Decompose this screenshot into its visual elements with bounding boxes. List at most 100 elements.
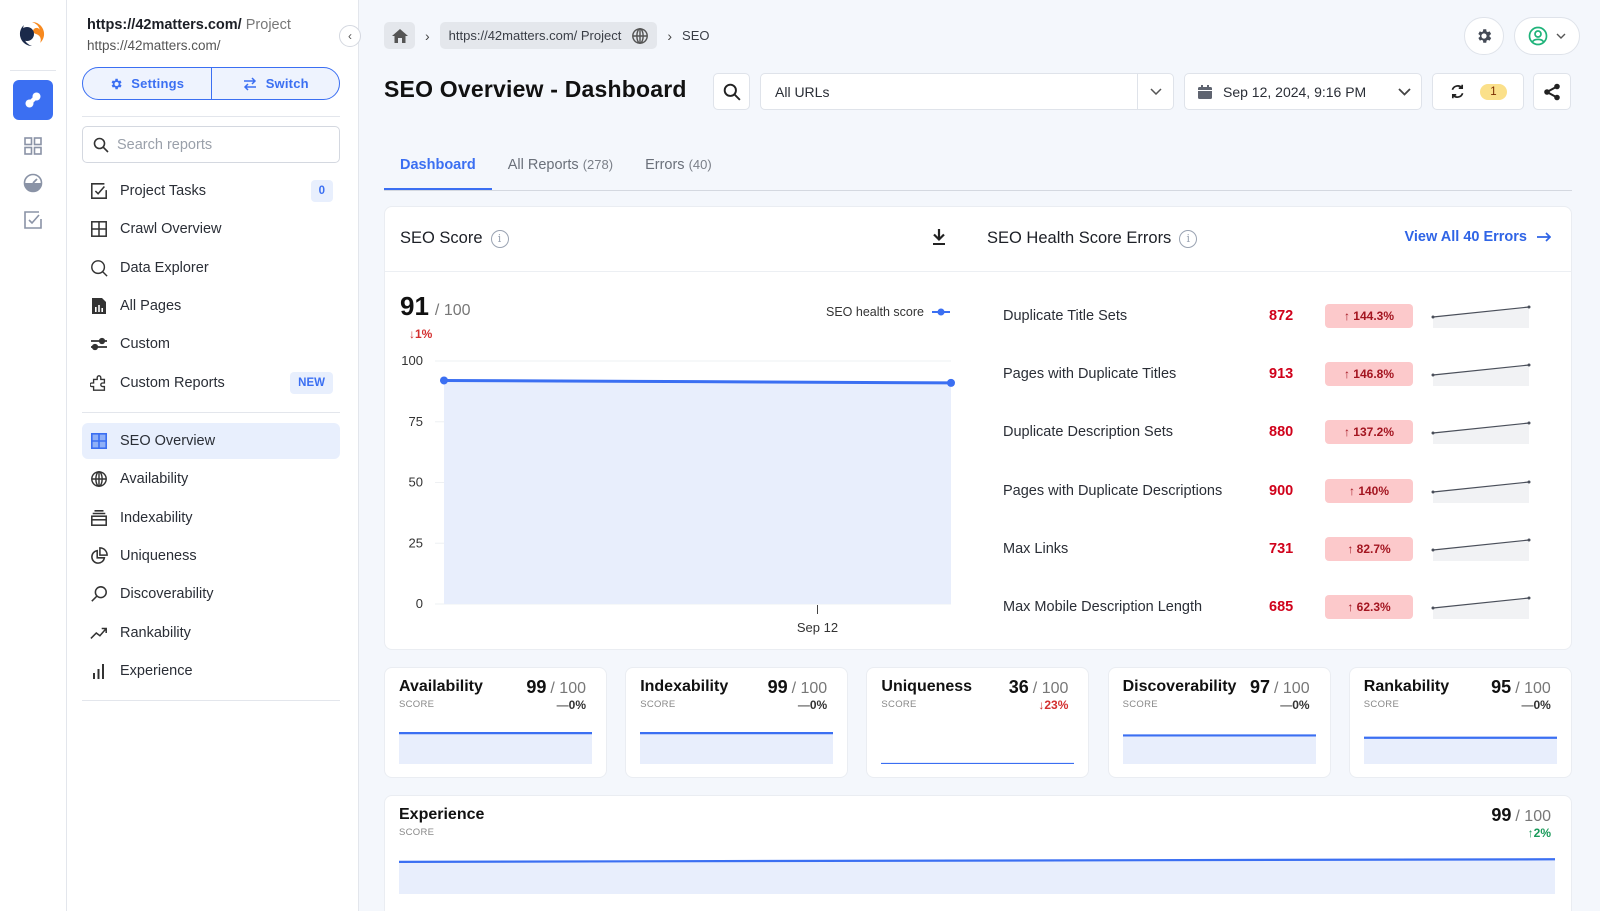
tab-all-reports[interactable]: All Reports (278): [492, 150, 629, 190]
user-menu-button[interactable]: [1514, 17, 1580, 55]
score-card-sparkline: [881, 762, 1075, 764]
score-card-title: Availability: [399, 678, 483, 695]
seo-score-card: SEO Score i SEO Health Score Errors i Vi…: [384, 206, 1572, 650]
x-tick-label: Sep 12: [797, 620, 838, 635]
sidebar-item-label: Rankability: [120, 624, 191, 641]
gauge-icon[interactable]: [13, 163, 53, 203]
sidebar-item-data-explorer[interactable]: Data Explorer: [82, 250, 340, 286]
score-card-discoverability[interactable]: Discoverability SCORE 97 / 100 —0%: [1107, 667, 1331, 778]
tabs: Dashboard All Reports (278) Errors (40): [384, 150, 1572, 191]
search-reports-input[interactable]: [117, 136, 317, 153]
sidebar-item-custom-reports[interactable]: Custom Reports NEW: [82, 365, 340, 401]
sidebar-item-crawl-overview[interactable]: Crawl Overview: [82, 211, 340, 247]
error-count: 913: [1269, 366, 1294, 383]
sidebar-item-indexability[interactable]: Indexability: [82, 500, 340, 536]
swap-arrows-icon: [243, 76, 256, 91]
error-sparkline: [1431, 538, 1531, 561]
icon-rail: [0, 0, 67, 911]
error-row[interactable]: Duplicate Description Sets 880 ↑ 137.2%: [1003, 417, 1563, 447]
view-all-errors-link[interactable]: View All 40 Errors: [1404, 229, 1551, 245]
error-row[interactable]: Duplicate Title Sets 872 ↑ 144.3%: [1003, 301, 1563, 331]
share-icon: [1544, 83, 1560, 100]
error-change-badge: ↑ 82.7%: [1325, 536, 1413, 561]
download-icon[interactable]: [931, 228, 947, 246]
dash-icon: —: [556, 698, 569, 712]
score-card-title: Indexability: [640, 678, 729, 695]
search-button[interactable]: [713, 73, 750, 110]
divider: [82, 116, 340, 117]
globe-icon: [632, 27, 649, 44]
score-card-score: 99 / 100: [767, 677, 828, 697]
sidebar-item-custom[interactable]: Custom: [82, 326, 340, 362]
tab-dashboard[interactable]: Dashboard: [384, 150, 492, 190]
error-row[interactable]: Max Links 731 ↑ 82.7%: [1003, 534, 1563, 564]
date-select[interactable]: Sep 12, 2024, 9:16 PM: [1184, 73, 1422, 110]
home-icon: [391, 28, 408, 43]
score-card-rankability[interactable]: Rankability SCORE 95 / 100 —0%: [1348, 667, 1572, 778]
dashboard-grid-icon[interactable]: [13, 126, 53, 166]
data-point: [947, 378, 955, 387]
error-row[interactable]: Pages with Duplicate Descriptions 900 ↑ …: [1003, 476, 1563, 506]
calendar-icon: [1198, 84, 1212, 99]
score-card-sparkline: [399, 732, 592, 764]
sidebar-item-project-tasks[interactable]: Project Tasks 0: [82, 173, 340, 209]
info-icon[interactable]: i: [490, 229, 509, 248]
sparkline-area: [1433, 365, 1529, 387]
share-button[interactable]: [1533, 73, 1571, 110]
sidebar-item-label: Discoverability: [120, 586, 214, 603]
bar-chart-icon: [89, 661, 109, 681]
sparkline-area: [1433, 423, 1529, 445]
score-card-delta: —0%: [797, 698, 828, 712]
error-row[interactable]: Pages with Duplicate Titles 913 ↑ 146.8%: [1003, 359, 1563, 389]
seo-score-value: 91 / 100: [400, 291, 471, 321]
settings-gear-button[interactable]: [1464, 17, 1504, 55]
experience-score: 99 / 100: [1491, 805, 1551, 825]
settings-button[interactable]: Settings: [83, 68, 211, 99]
sparkline-point: [1527, 305, 1531, 309]
search-icon: [723, 83, 741, 101]
sidebar-item-availability[interactable]: Availability: [82, 461, 340, 497]
arrow-right-icon: [1537, 232, 1551, 242]
sidebar-item-label: Availability: [120, 471, 189, 488]
breadcrumb-current: SEO: [682, 28, 710, 43]
score-card-uniqueness[interactable]: Uniqueness SCORE 36 / 100 ↓23%: [866, 667, 1090, 778]
magnifier-icon: [89, 584, 109, 604]
recrawl-button[interactable]: 1: [1432, 73, 1524, 110]
score-card-availability[interactable]: Availability SCORE 99 / 100 —0%: [384, 667, 607, 778]
project-icon[interactable]: [13, 80, 53, 120]
tab-errors[interactable]: Errors (40): [629, 150, 728, 190]
error-row[interactable]: Max Mobile Description Length 685 ↑ 62.3…: [1003, 592, 1563, 622]
grid-icon: [89, 219, 109, 239]
sidebar-item-experience[interactable]: Experience: [82, 653, 340, 689]
sparkline-area: [1433, 481, 1529, 503]
brand-logo[interactable]: [18, 20, 46, 48]
user-avatar-icon: [1528, 26, 1548, 46]
search-icon: [93, 137, 109, 153]
sidebar: https://42matters.com/ Project https://4…: [67, 0, 361, 911]
divider: [82, 412, 340, 413]
globe-icon: [89, 469, 109, 489]
sidebar-item-label: SEO Overview: [120, 433, 216, 449]
top-right-actions: [1464, 17, 1580, 55]
tasks-check-icon[interactable]: [13, 200, 53, 240]
error-sparkline: [1431, 596, 1531, 619]
chevron-right-icon: ›: [425, 27, 430, 44]
score-card-indexability[interactable]: Indexability SCORE 99 / 100 —0%: [625, 667, 849, 778]
chevron-down-icon[interactable]: [1137, 74, 1173, 109]
breadcrumb-project[interactable]: https://42matters.com/ Project: [439, 22, 658, 49]
info-icon[interactable]: i: [1179, 229, 1198, 248]
chevron-down-icon: [1556, 33, 1566, 39]
url-filter-select[interactable]: All URLs: [760, 73, 1174, 110]
switch-button[interactable]: Switch: [210, 68, 340, 99]
chevron-down-icon: [1398, 87, 1411, 96]
sidebar-item-discoverability[interactable]: Discoverability: [82, 576, 340, 612]
sidebar-item-uniqueness[interactable]: Uniqueness: [82, 538, 340, 574]
sidebar-item-rankability[interactable]: Rankability: [82, 615, 340, 651]
collapse-sidebar-button[interactable]: ‹: [339, 25, 361, 47]
error-sparkline: [1431, 305, 1531, 328]
sidebar-item-seo-overview[interactable]: SEO Overview: [82, 423, 340, 459]
score-card-sparkline: [1122, 734, 1316, 764]
sidebar-item-label: Custom: [120, 336, 170, 353]
sidebar-item-all-pages[interactable]: All Pages: [82, 288, 340, 324]
breadcrumb-home[interactable]: [384, 22, 415, 49]
